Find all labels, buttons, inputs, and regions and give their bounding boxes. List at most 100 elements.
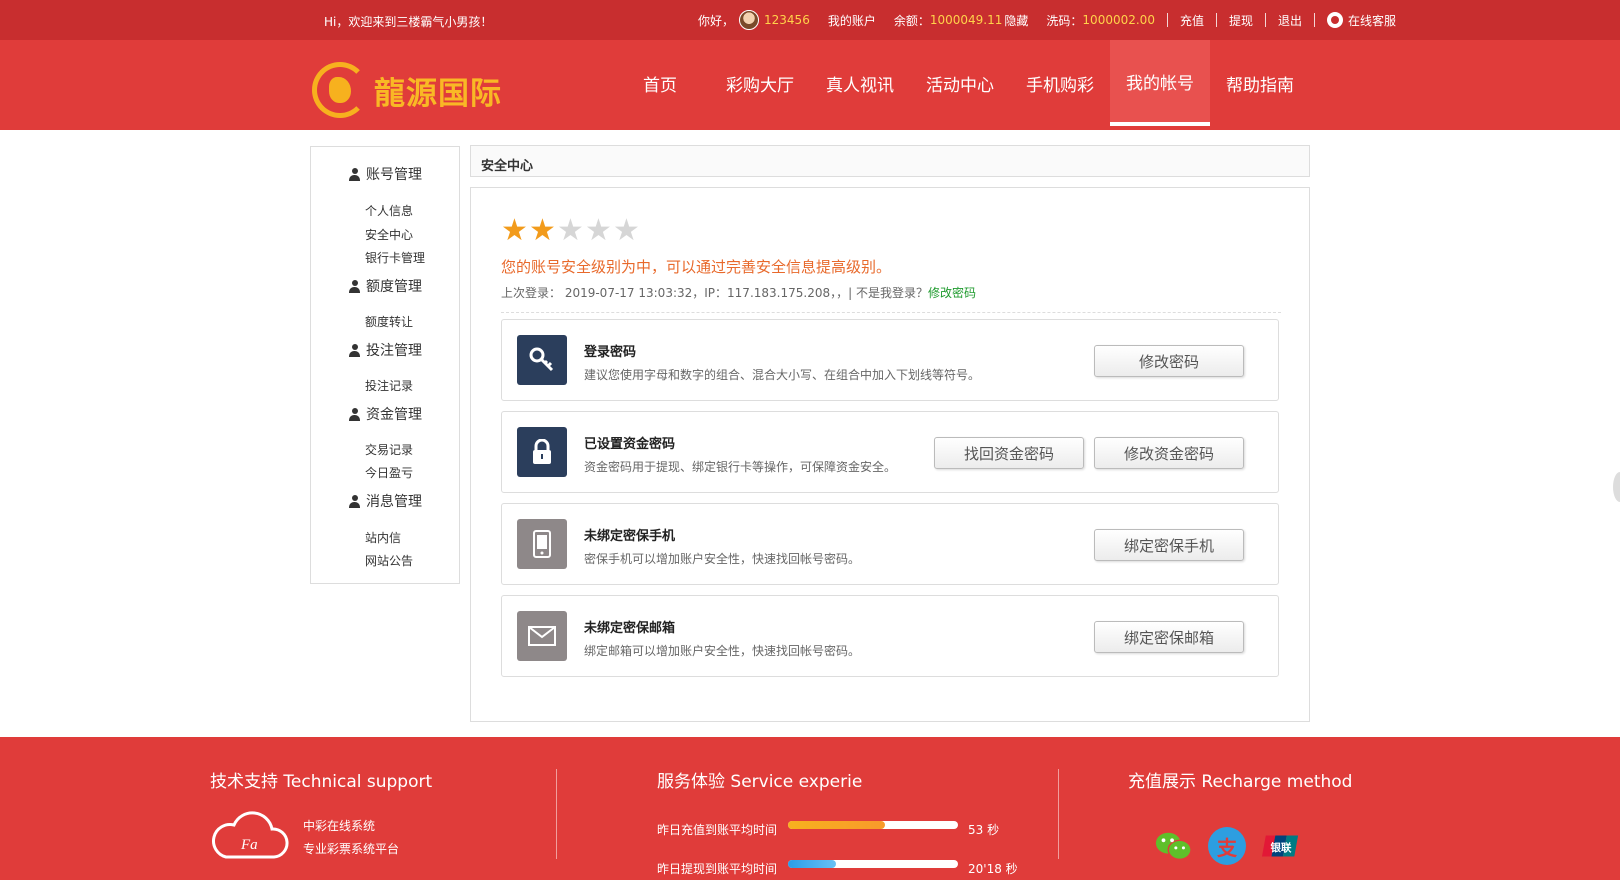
card-desc: 密保手机可以增加账户安全性，快速找回帐号密码。 [584, 552, 861, 566]
recharge-time-bar [788, 821, 958, 829]
sidebar-item-security-center[interactable]: 安全中心 [365, 226, 413, 243]
recharge-link[interactable]: 充值 [1180, 12, 1204, 29]
change-login-password-button[interactable]: 修改密码 [1094, 345, 1244, 377]
user-icon [349, 407, 360, 421]
main-header: 龍源国际 首页 彩购大厅 真人视讯 活动中心 手机购彩 我的帐号 帮助指南 [0, 40, 1620, 130]
card-desc: 绑定邮箱可以增加账户安全性，快速找回帐号密码。 [584, 644, 861, 658]
sidebar-item-announcements[interactable]: 网站公告 [365, 552, 413, 569]
dragon-logo-icon [312, 62, 368, 118]
headset-icon[interactable] [1327, 12, 1343, 28]
security-email-card: 未绑定密保邮箱 绑定邮箱可以增加账户安全性，快速找回帐号密码。 绑定密保邮箱 [501, 595, 1279, 677]
my-account-link[interactable]: 我的账户 [828, 12, 876, 29]
stat-value: 20'18 秒 [968, 862, 1018, 876]
divider [501, 312, 1281, 313]
user-icon [349, 343, 360, 357]
divider [1314, 13, 1315, 27]
sidebar-group-betting[interactable]: 投注管理 [349, 340, 422, 360]
wash-value: 1000002.00 [1082, 13, 1155, 27]
balance-value: 1000049.11 [929, 13, 1003, 27]
sidebar-group-label: 投注管理 [366, 343, 422, 359]
sidebar-group-funds[interactable]: 资金管理 [349, 404, 422, 424]
security-rating: ★ ★ ★ ★ ★ [501, 216, 641, 246]
nav-mobile-lottery[interactable]: 手机购彩 [1010, 40, 1110, 126]
balance-label: 余额： [893, 13, 930, 28]
sidebar-group-label: 消息管理 [366, 494, 422, 510]
hide-balance-link[interactable]: 隐藏 [1004, 12, 1028, 29]
security-phone-card: 未绑定密保手机 密保手机可以增加账户安全性，快速找回帐号密码。 绑定密保手机 [501, 503, 1279, 585]
login-password-card: 登录密码 建议您使用字母和数字的组合、混合大小写、在组合中加入下划线等符号。 修… [501, 319, 1279, 401]
sidebar-item-inbox[interactable]: 站内信 [365, 529, 401, 546]
username[interactable]: 123456 [764, 13, 810, 27]
nav-activity-center[interactable]: 活动中心 [910, 40, 1010, 126]
divider [1058, 769, 1059, 859]
welcome-text: Hi，欢迎来到三楼霸气小男孩！ [324, 15, 493, 29]
nav-home[interactable]: 首页 [610, 40, 710, 126]
divider [1215, 13, 1217, 27]
star-icon: ★ [613, 213, 640, 248]
bind-phone-button[interactable]: 绑定密保手机 [1094, 529, 1244, 561]
user-icon [349, 279, 360, 293]
withdraw-time-bar [788, 860, 958, 868]
stat-value: 53 秒 [968, 823, 1000, 837]
top-bar-user-area: 你好， 123456 我的账户 余额： 1000049.11 隐藏 洗码： 10… [698, 0, 1396, 40]
main-nav: 首页 彩购大厅 真人视讯 活动中心 手机购彩 我的帐号 帮助指南 [610, 40, 1310, 130]
recover-fund-password-button[interactable]: 找回资金密码 [934, 437, 1084, 469]
online-service-link[interactable]: 在线客服 [1348, 12, 1396, 29]
divider [556, 769, 557, 859]
lock-icon [517, 427, 567, 477]
user-icon [349, 167, 360, 181]
divider [1264, 13, 1266, 27]
divider [1166, 13, 1168, 27]
card-title: 未绑定密保手机 [584, 529, 676, 544]
sidebar-group-messages[interactable]: 消息管理 [349, 491, 422, 511]
last-login-text: 上次登录： 2019-07-17 13:03:32，IP：117.183.175… [501, 286, 928, 300]
card-title: 登录密码 [584, 345, 637, 360]
security-panel: ★ ★ ★ ★ ★ 您的账号安全级别为中，可以通过完善安全信息提高级别。 上次登… [470, 187, 1310, 722]
sidebar-item-today-pnl[interactable]: 今日盈亏 [365, 464, 413, 481]
recharge-method-title: 充值展示 Recharge method [1128, 772, 1353, 792]
sidebar-item-bank-cards[interactable]: 银行卡管理 [365, 249, 425, 266]
tech-line-1: 中彩在线系统 [303, 819, 376, 833]
withdraw-link[interactable]: 提现 [1229, 12, 1253, 29]
security-level-text: 您的账号安全级别为中，可以通过完善安全信息提高级别。 [501, 258, 892, 276]
tech-line-2: 专业彩票系统平台 [303, 842, 400, 856]
mail-icon [517, 611, 567, 661]
page-title: 安全中心 [470, 145, 1310, 177]
bar-fill [788, 821, 885, 829]
hello-text: 你好， [698, 13, 735, 28]
sidebar-group-label: 资金管理 [366, 407, 422, 423]
card-desc: 建议您使用字母和数字的组合、混合大小写、在组合中加入下划线等符号。 [584, 368, 981, 382]
change-password-link[interactable]: 修改密码 [928, 286, 976, 300]
logo[interactable]: 龍源国际 [312, 62, 502, 118]
sidebar-group-account[interactable]: 账号管理 [349, 164, 422, 184]
alipay-char: 支 [1217, 835, 1237, 860]
side-scroll-handle[interactable] [1613, 472, 1620, 502]
sidebar-item-transactions[interactable]: 交易记录 [365, 441, 413, 458]
fund-password-card: 已设置资金密码 资金密码用于提现、绑定银行卡等操作，可保障资金安全。 找回资金密… [501, 411, 1279, 493]
star-icon: ★ [501, 213, 528, 248]
sidebar-item-quota-transfer[interactable]: 额度转让 [365, 313, 413, 330]
alipay-icon: 支 [1208, 827, 1246, 865]
unionpay-text: 银联 [1271, 841, 1292, 854]
star-icon: ★ [529, 213, 556, 248]
avatar[interactable] [739, 10, 760, 30]
phone-icon [517, 519, 567, 569]
last-login-info: 上次登录： 2019-07-17 13:03:32，IP：117.183.175… [501, 284, 976, 301]
svg-text:Fa: Fa [240, 837, 258, 853]
logout-link[interactable]: 退出 [1278, 12, 1302, 29]
stat-label: 昨日提现到账平均时间 [657, 862, 778, 876]
card-desc: 资金密码用于提现、绑定银行卡等操作，可保障资金安全。 [584, 460, 897, 474]
nav-my-account[interactable]: 我的帐号 [1110, 40, 1210, 126]
sidebar-group-quota[interactable]: 额度管理 [349, 276, 422, 296]
star-icon: ★ [585, 213, 612, 248]
bind-email-button[interactable]: 绑定密保邮箱 [1094, 621, 1244, 653]
sidebar-item-personal-info[interactable]: 个人信息 [365, 202, 413, 219]
bar-fill [788, 860, 836, 868]
change-fund-password-button[interactable]: 修改资金密码 [1094, 437, 1244, 469]
nav-live-video[interactable]: 真人视讯 [810, 40, 910, 126]
nav-help-guide[interactable]: 帮助指南 [1210, 40, 1310, 126]
service-title: 服务体验 Service experie [657, 772, 863, 792]
card-title: 未绑定密保邮箱 [584, 621, 676, 636]
nav-lottery-hall[interactable]: 彩购大厅 [710, 40, 810, 126]
sidebar-item-bet-records[interactable]: 投注记录 [365, 377, 413, 394]
